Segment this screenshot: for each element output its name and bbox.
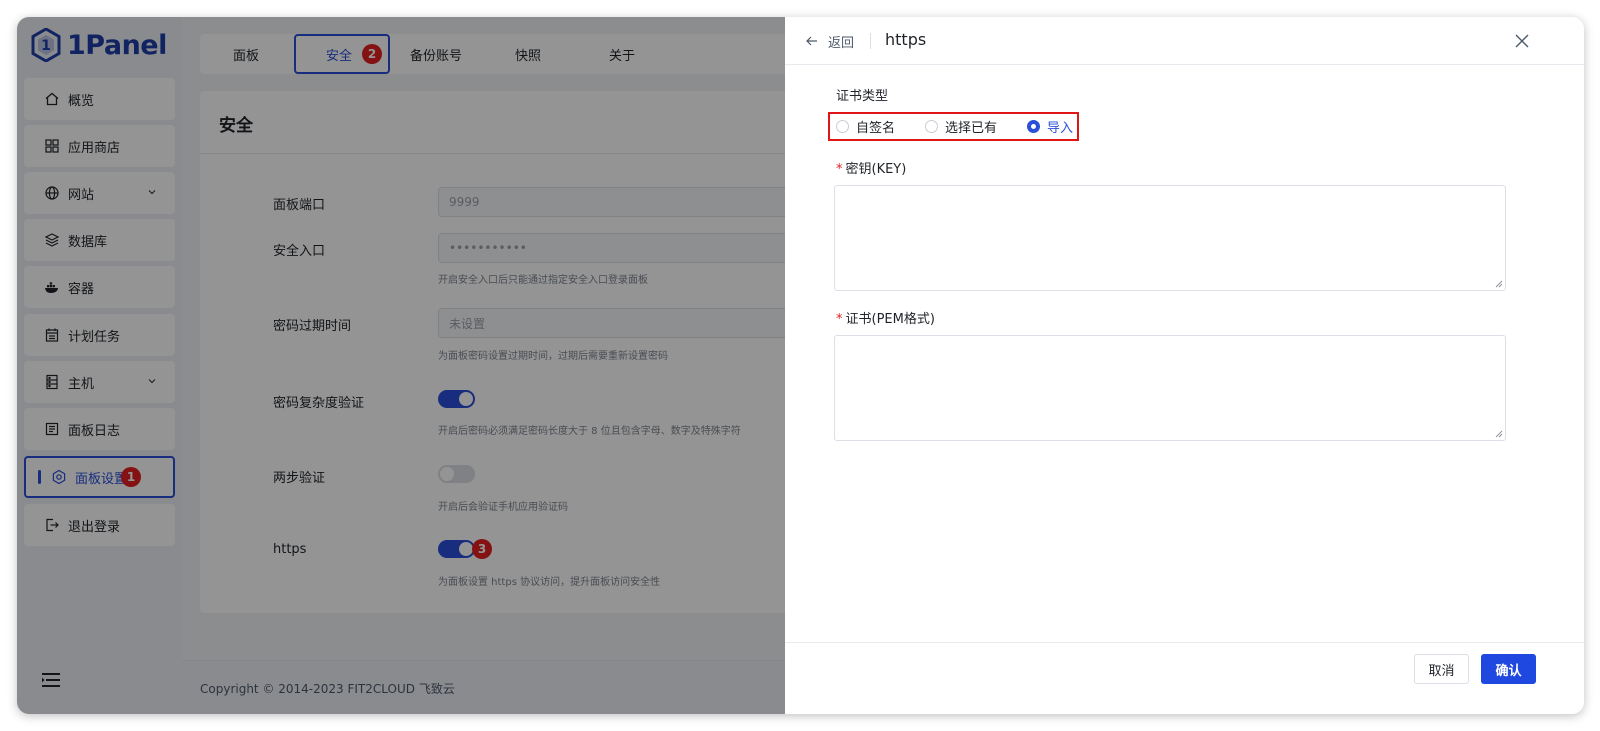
cert-type-label: 证书类型 bbox=[836, 89, 889, 104]
https-drawer: 返回 https 证书类型 自签名 选择已有 导入 * 密钥(KEY) * 证书(P bbox=[785, 17, 1584, 714]
radio-circle bbox=[925, 120, 939, 133]
cert-label: * 证书(PEM格式) bbox=[836, 312, 935, 327]
radio-import[interactable]: 导入 bbox=[1027, 117, 1073, 136]
confirm-button[interactable]: 确认 bbox=[1481, 654, 1536, 684]
radio-label: 导入 bbox=[1047, 121, 1074, 136]
app-window: 1 1Panel 概览 应用商店 网站 数据库 容器 计划任务 主机 面板日志 … bbox=[17, 17, 1584, 714]
radio-self-signed[interactable]: 自签名 bbox=[836, 117, 895, 136]
key-label: * 密钥(KEY) bbox=[836, 162, 907, 177]
radio-select-existing[interactable]: 选择已有 bbox=[925, 117, 997, 136]
arrow-left-icon[interactable] bbox=[805, 34, 819, 48]
drawer-footer: 取消 确认 bbox=[785, 642, 1584, 714]
key-textarea[interactable] bbox=[834, 185, 1506, 291]
cert-textarea[interactable] bbox=[834, 335, 1506, 441]
drawer-header: 返回 https bbox=[785, 17, 1584, 65]
modal-overlay[interactable] bbox=[17, 17, 802, 714]
cancel-button[interactable]: 取消 bbox=[1414, 654, 1469, 684]
back-button[interactable]: 返回 bbox=[828, 32, 854, 51]
close-icon[interactable] bbox=[1514, 33, 1530, 49]
radio-circle bbox=[1027, 120, 1041, 133]
radio-label: 自签名 bbox=[856, 121, 896, 136]
drawer-title: https bbox=[885, 30, 927, 49]
radio-label: 选择已有 bbox=[945, 121, 998, 136]
resize-grip-icon[interactable] bbox=[1495, 280, 1503, 288]
resize-grip-icon[interactable] bbox=[1495, 430, 1503, 438]
cert-type-radio-group: 自签名 选择已有 导入 bbox=[828, 112, 1079, 141]
header-separator bbox=[870, 33, 871, 49]
radio-circle bbox=[836, 120, 849, 133]
